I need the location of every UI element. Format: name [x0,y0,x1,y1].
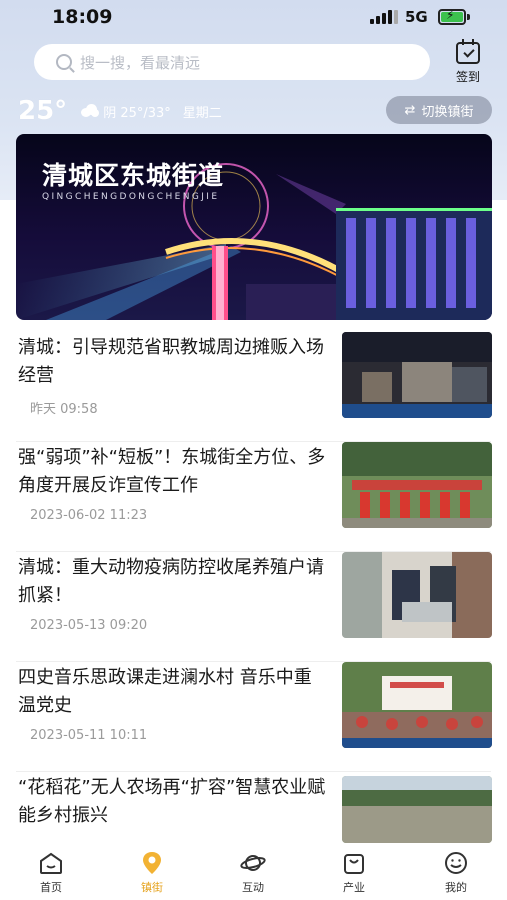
news-title: 清城：重大动物疫病防控收尾养殖户请抓紧！ [18,557,324,606]
news-item[interactable]: 四史音乐思政课走进澜水村 音乐中重温党史 2023-05-11 10:11 [0,662,507,772]
news-thumbnail [342,332,492,418]
tab-mine[interactable]: 我的 [426,851,486,895]
planet-icon [240,851,266,875]
smiley-icon [443,851,469,875]
network-type: 5G [405,8,428,26]
news-time: 2023-06-02 11:23 [30,508,148,523]
tab-label: 我的 [445,881,467,894]
banner-subtitle: QINGCHENGDONGCHENGJIE [42,192,220,202]
news-item[interactable]: 强“弱项”补“短板”！东城街全方位、多角度开展反诈宣传工作 2023-06-02… [0,442,507,552]
battery-icon: ⚡ [438,8,466,25]
banner-title: 清城区东城街道 [42,161,225,190]
news-thumbnail [342,442,492,528]
news-time: 2023-05-13 09:20 [30,618,148,633]
switch-town-label: 切换镇街 [421,104,474,120]
news-title: 清城：引导规范省职教城周边摊贩入场经营 [18,337,324,386]
switch-town-button[interactable]: ⇄ 切换镇街 [386,96,492,124]
tab-label: 产业 [343,881,365,894]
tab-label: 互动 [242,881,264,894]
battery-tip [467,14,470,20]
tab-label: 镇街 [141,881,163,894]
cloud-rain-icon [79,104,100,118]
search-icon [56,54,72,70]
news-title: 强“弱项”补“短板”！东城街全方位、多角度开展反诈宣传工作 [18,447,326,496]
tab-home[interactable]: 首页 [21,851,81,895]
news-time: 2023-05-11 10:11 [30,728,148,743]
search-input[interactable]: 搜一搜，看最清远 [34,44,430,80]
home-icon [38,851,64,875]
news-title: 四史音乐思政课走进澜水村 音乐中重温党史 [18,667,312,716]
status-time: 18:09 [52,6,113,28]
checkin-button[interactable]: 签到 [448,39,488,85]
banner-image[interactable]: 清城区东城街道 QINGCHENGDONGCHENGJIE [16,134,492,320]
search-placeholder: 搜一搜，看最清远 [80,53,201,72]
status-bar: 18:09 5G ⚡ [0,0,507,36]
calendar-check-icon [456,39,480,64]
news-thumbnail [342,776,492,843]
news-title: “花稻花”无人农场再“扩容”智慧农业赋能乡村振兴 [18,777,326,826]
news-item[interactable]: 清城：引导规范省职教城周边摊贩入场经营 昨天 09:58 [0,332,507,442]
checkin-label: 签到 [455,70,480,84]
tab-town[interactable]: 镇街 [122,851,182,895]
tab-interact[interactable]: 互动 [223,851,283,895]
location-pin-icon [139,851,165,875]
news-thumbnail [342,552,492,638]
bottom-tab-bar: 首页 镇街 互动 产业 我的 [0,843,507,900]
weather-bar: 25° 阴 25°/33° 星期二 [18,95,222,127]
tab-label: 首页 [40,881,62,894]
signal-icon [370,10,398,24]
news-thumbnail [342,662,492,748]
tab-industry[interactable]: 产业 [324,851,384,895]
news-time: 昨天 09:58 [30,402,98,417]
news-item[interactable]: “花稻花”无人农场再“扩容”智慧农业赋能乡村振兴 [0,772,507,843]
news-item[interactable]: 清城：重大动物疫病防控收尾养殖户请抓紧！ 2023-05-13 09:20 [0,552,507,662]
weather-condition: 阴 25°/33° [103,105,171,121]
shopping-bag-icon [341,851,367,875]
temperature: 25° [18,96,68,126]
swap-icon: ⇄ [404,102,416,118]
weekday: 星期二 [182,105,222,121]
